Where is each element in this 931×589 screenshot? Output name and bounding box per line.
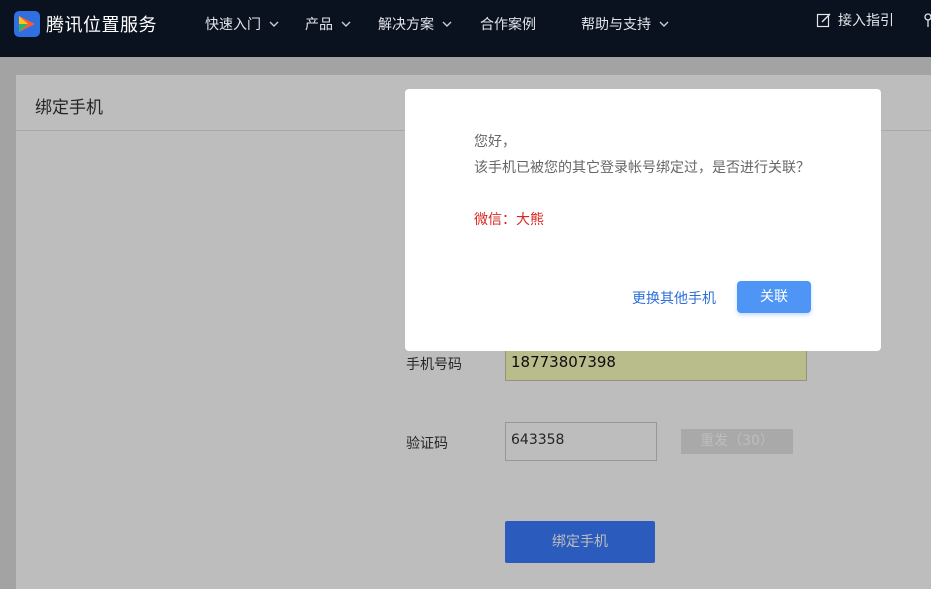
nav-products-label: 产品 bbox=[305, 17, 333, 33]
link-account-button[interactable]: 关联 bbox=[737, 281, 811, 313]
dialog-wechat-account: 微信：大熊 bbox=[474, 212, 544, 228]
dialog-message: 该手机已被您的其它登录帐号绑定过，是否进行关联？ bbox=[474, 160, 810, 176]
chevron-down-icon bbox=[269, 21, 279, 27]
nav-cases-label: 合作案例 bbox=[480, 17, 536, 33]
nav-quick-start[interactable]: 快速入门 bbox=[205, 14, 279, 34]
link-account-dialog: 您好， 该手机已被您的其它登录帐号绑定过，是否进行关联？ 微信：大熊 更换其他手… bbox=[405, 89, 881, 351]
edit-icon bbox=[816, 13, 831, 28]
nav-quick-start-label: 快速入门 bbox=[205, 17, 261, 33]
brand-name: 腾讯位置服务 bbox=[46, 15, 157, 36]
change-phone-link[interactable]: 更换其他手机 bbox=[632, 288, 716, 308]
access-guide-link[interactable]: 接入指引 bbox=[816, 10, 894, 30]
dialog-greeting: 您好， bbox=[474, 134, 516, 150]
location-pin-icon[interactable] bbox=[922, 12, 931, 28]
top-navbar: 腾讯位置服务 快速入门 产品 解决方案 合作案例 帮助与支持 接入指引 bbox=[0, 0, 931, 57]
chevron-down-icon bbox=[442, 21, 452, 27]
access-guide-label: 接入指引 bbox=[838, 13, 894, 29]
nav-solutions[interactable]: 解决方案 bbox=[378, 14, 452, 34]
tencent-map-logo-icon bbox=[14, 11, 40, 37]
nav-help[interactable]: 帮助与支持 bbox=[581, 14, 669, 34]
chevron-down-icon bbox=[659, 21, 669, 27]
nav-products[interactable]: 产品 bbox=[305, 14, 351, 34]
chevron-down-icon bbox=[341, 21, 351, 27]
nav-solutions-label: 解决方案 bbox=[378, 17, 434, 33]
nav-help-label: 帮助与支持 bbox=[581, 17, 651, 33]
nav-cases[interactable]: 合作案例 bbox=[480, 14, 536, 34]
brand-logo[interactable]: 腾讯位置服务 bbox=[14, 11, 157, 37]
